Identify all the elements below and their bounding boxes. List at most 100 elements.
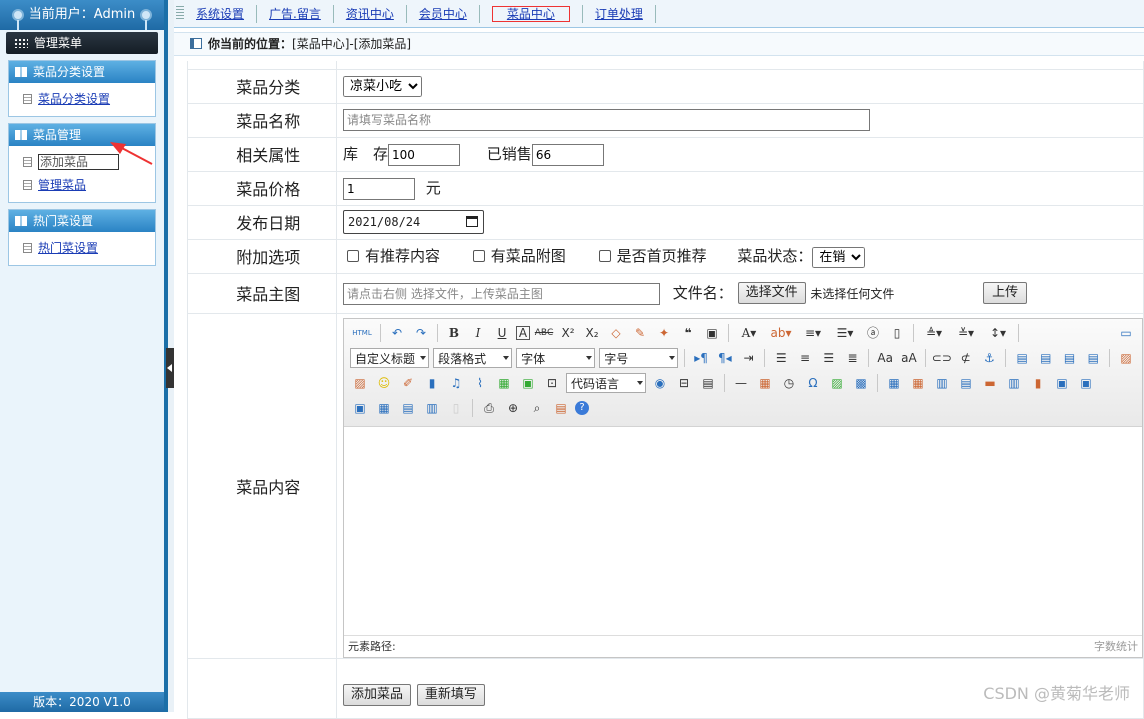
nav-link-ads[interactable]: 广告.留言 <box>269 7 321 21</box>
help-icon[interactable]: ? <box>575 401 589 415</box>
undo-icon[interactable]: ↶ <box>387 323 407 343</box>
uppercase-icon[interactable]: Aa <box>875 348 895 368</box>
image-path-input[interactable] <box>343 282 660 305</box>
unordered-list-icon[interactable]: ☰▾ <box>831 323 859 343</box>
nav-link-members[interactable]: 会员中心 <box>419 7 467 21</box>
select-all-icon[interactable]: ⓐ <box>863 323 883 343</box>
split-to-rows-icon[interactable]: ▤ <box>398 398 418 418</box>
sold-input[interactable] <box>531 143 604 166</box>
ltr-icon[interactable]: ▸¶ <box>691 348 711 368</box>
insert-image-icon[interactable]: ▨ <box>350 373 370 393</box>
draft-icon[interactable]: ▤ <box>551 398 571 418</box>
merge-cells-icon[interactable]: ▣ <box>1052 373 1072 393</box>
pagebreak-icon[interactable]: ⊟ <box>674 373 694 393</box>
merge-down-icon[interactable]: ▣ <box>350 398 370 418</box>
bold-icon[interactable]: B <box>444 323 464 343</box>
html-source-button[interactable]: HTML <box>350 323 374 343</box>
merge-right-icon[interactable]: ▣ <box>1076 373 1096 393</box>
auto-format-icon[interactable]: ✦ <box>654 323 674 343</box>
group-header[interactable]: 热门菜设置 <box>9 210 155 232</box>
print-icon[interactable]: ⎙ <box>479 398 499 418</box>
italic-icon[interactable]: I <box>468 323 488 343</box>
price-input[interactable] <box>343 177 415 200</box>
eraser-icon[interactable]: ◇ <box>606 323 626 343</box>
clear-document-icon[interactable]: ▯ <box>887 323 907 343</box>
link-icon[interactable]: ⊂⊃ <box>932 348 952 368</box>
align-left-icon[interactable]: ☰ <box>771 348 791 368</box>
delete-table-icon[interactable]: ▦ <box>908 373 928 393</box>
rtl-icon[interactable]: ¶◂ <box>715 348 735 368</box>
upload-button[interactable]: 上传 <box>983 282 1028 304</box>
anchor-icon[interactable]: ⚓ <box>980 348 1000 368</box>
align-center-icon[interactable]: ≡ <box>795 348 815 368</box>
video-icon[interactable]: ▮ <box>422 373 442 393</box>
delete-col-icon[interactable]: ▮ <box>1028 373 1048 393</box>
align-justify-icon[interactable]: ≣ <box>843 348 863 368</box>
attachment-checkbox[interactable] <box>472 249 485 262</box>
format-brush-icon[interactable]: ✎ <box>630 323 650 343</box>
sidebar-link-hot-dish-settings[interactable]: 热门菜设置 <box>38 241 98 255</box>
paragraph-select[interactable]: 段落格式 <box>433 348 513 368</box>
unlink-icon[interactable]: ⊄ <box>956 348 976 368</box>
publish-date-input[interactable]: 2021/08/24 <box>343 210 484 234</box>
sidebar-link-add-dish[interactable]: 添加菜品 <box>38 154 120 170</box>
code-language-select[interactable]: 代码语言 <box>566 373 646 393</box>
stock-input[interactable] <box>388 143 461 166</box>
nav-link-system[interactable]: 系统设置 <box>196 7 244 21</box>
nav-link-news[interactable]: 资讯中心 <box>346 7 394 21</box>
subscript-icon[interactable]: X₂ <box>582 323 602 343</box>
blockquote-icon[interactable]: ❝ <box>678 323 698 343</box>
preview-page-icon[interactable]: ⊕ <box>503 398 523 418</box>
image-center-icon[interactable]: ▤ <box>1083 348 1103 368</box>
group-header[interactable]: 菜品分类设置 <box>9 61 155 83</box>
line-height-icon[interactable]: ↕▾ <box>984 323 1012 343</box>
image-right-icon[interactable]: ▤ <box>1060 348 1080 368</box>
wordimage-icon[interactable]: ▨ <box>827 373 847 393</box>
emotion-icon[interactable]: ☺ <box>374 373 394 393</box>
attachment-icon[interactable]: ⌇ <box>470 373 490 393</box>
sidebar-link-manage-dish[interactable]: 管理菜品 <box>38 178 86 192</box>
row-spacing-bottom-icon[interactable]: ≚▾ <box>952 323 980 343</box>
split-to-cols-icon[interactable]: ▥ <box>422 398 442 418</box>
choose-file-button[interactable]: 选择文件 <box>737 282 806 304</box>
strikethrough-icon[interactable]: ABC <box>534 323 554 343</box>
nav-link-dishes[interactable]: 菜品中心 <box>491 6 570 22</box>
reset-form-button[interactable]: 重新填写 <box>416 683 485 706</box>
font-size-select[interactable]: 字号 <box>599 348 679 368</box>
ordered-list-icon[interactable]: ≡▾ <box>799 323 827 343</box>
underline-icon[interactable]: U <box>492 323 512 343</box>
split-to-cells-icon[interactable]: ▦ <box>374 398 394 418</box>
border-text-icon[interactable]: A <box>516 326 530 340</box>
chart-icon[interactable]: ▯ <box>446 398 466 418</box>
frame-icon[interactable]: ⊡ <box>542 373 562 393</box>
horizontal-rule-icon[interactable]: — <box>731 373 751 393</box>
nav-link-orders[interactable]: 订单处理 <box>595 7 643 21</box>
category-select[interactable]: 凉菜小吃 <box>343 75 422 97</box>
homepage-checkbox[interactable] <box>598 249 611 262</box>
insert-table-icon[interactable]: ▦ <box>884 373 904 393</box>
status-select[interactable]: 在销 <box>812 246 866 268</box>
simple-upload-icon[interactable]: ▨ <box>1116 348 1136 368</box>
indent-icon[interactable]: ⇥ <box>739 348 759 368</box>
editor-content-area[interactable] <box>344 427 1142 635</box>
insert-col-icon[interactable]: ▥ <box>1004 373 1024 393</box>
font-color-icon[interactable]: A▾ <box>735 323 763 343</box>
align-right-icon[interactable]: ☰ <box>819 348 839 368</box>
collapse-sidebar-handle[interactable] <box>166 348 174 388</box>
submit-dish-button[interactable]: 添加菜品 <box>343 683 412 706</box>
sidebar-link-category-settings[interactable]: 菜品分类设置 <box>38 92 110 106</box>
highlight-color-icon[interactable]: ab▾ <box>767 323 795 343</box>
recommend-checkbox[interactable] <box>347 249 359 262</box>
heading-select[interactable]: 自定义标题 <box>350 348 430 368</box>
insert-row-icon[interactable]: ▤ <box>956 373 976 393</box>
map-icon[interactable]: ▦ <box>494 373 514 393</box>
preview-icon[interactable]: ▭ <box>1116 323 1136 343</box>
paste-text-icon[interactable]: ▣ <box>702 323 722 343</box>
row-spacing-top-icon[interactable]: ≜▾ <box>920 323 948 343</box>
calendar-icon[interactable] <box>466 216 478 227</box>
superscript-icon[interactable]: X² <box>558 323 578 343</box>
webapp-icon[interactable]: ◉ <box>650 373 670 393</box>
image-none-icon[interactable]: ▤ <box>1012 348 1032 368</box>
music-icon[interactable]: ♫ <box>446 373 466 393</box>
dish-name-input[interactable] <box>343 109 870 131</box>
